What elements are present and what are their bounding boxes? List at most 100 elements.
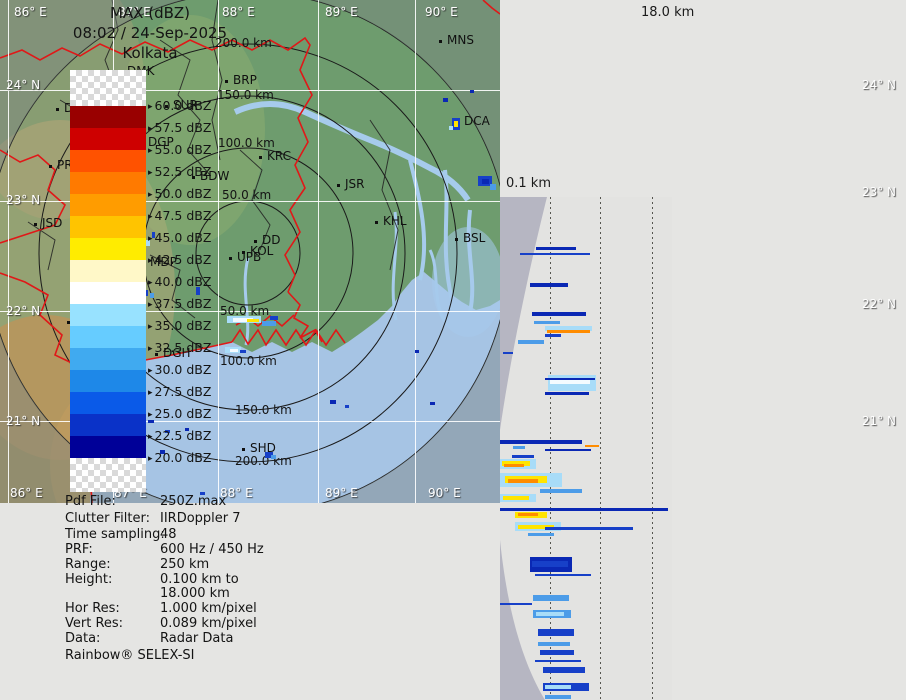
longitude-gridline [318,0,319,503]
info-label: Hor Res: [65,601,120,616]
scale-value: 40.0 dBZ [154,274,212,289]
precipitation-echo [490,184,496,190]
city-marker [225,80,228,83]
precipitation-echo [470,90,474,93]
longitude-label: 90° E [428,486,461,500]
echo-bar [508,479,538,483]
color-band [70,282,146,304]
echo-bar [500,440,582,444]
info-value: Radar Data [160,631,234,646]
scale-value: 37.5 dBZ [154,296,212,311]
tick-arrow-icon: ▸ [148,256,153,266]
scale-value: 20.0 dBZ [154,450,212,465]
color-scale [70,70,146,492]
echo-bar [532,312,586,316]
scale-label: ▸ 35.0 dBZ [148,318,211,333]
rainbow-radar-window: 86° E 87° E 88° E 89° E 90° E 86° E 87° E 88° E… [0,0,906,700]
scale-value: 50.0 dBZ [154,186,212,201]
latitude-label: 23° N [6,193,41,207]
info-value: IIRDoppler 7 [160,511,241,526]
product-title: MAX (dBZ) [109,4,191,22]
scale-label: ▸ 45.0 dBZ [148,230,211,245]
city-marker [439,40,442,43]
tick-arrow-icon: ▸ [148,278,153,288]
scale-value: 35.0 dBZ [154,318,212,333]
color-bands [70,106,146,458]
latitude-label: 22° N [6,304,41,318]
tick-arrow-icon: ▸ [148,234,153,244]
color-band [70,392,146,414]
tick-arrow-icon: ▸ [148,432,153,442]
range-ring-label: 100.0 km [220,354,277,368]
color-band [70,216,146,238]
echo-bar [513,446,525,449]
precipitation-echo [482,179,489,184]
tick-arrow-icon: ▸ [148,212,153,222]
info-value: 0.089 km/pixel [160,616,257,631]
scale-label: ▸ 55.0 dBZ [148,142,211,157]
precipitation-echo [271,455,276,459]
scale-value: 47.5 dBZ [154,208,212,223]
scale-label: ▸ 27.5 dBZ [148,384,211,399]
echo-bar [520,253,590,255]
base-height-label: 0.1 km [506,176,551,191]
echo-bar [500,603,532,605]
color-band [70,172,146,194]
color-band [70,106,146,128]
echo-bar [547,330,590,333]
site-name: Kolkata [122,44,178,62]
color-band [70,128,146,150]
city-label: JSR [345,177,365,191]
echo-bar [536,612,564,616]
scale-label: ▸ 40.0 dBZ [148,274,211,289]
tick-arrow-icon: ▸ [148,322,153,332]
yz-cross-section-panel[interactable] [500,197,672,700]
scale-label: ▸ 47.5 dBZ [148,208,211,223]
longitude-gridline [415,0,416,503]
scale-label: ▸ 52.5 dBZ [148,164,211,179]
color-band [70,436,146,458]
longitude-label: 90° E [425,5,458,19]
echo-bar [543,667,585,673]
scale-value: 22.5 dBZ [154,428,212,443]
info-label: Height: [65,572,113,587]
color-band [70,370,146,392]
echo-bar [518,340,544,344]
tick-arrow-icon: ▸ [148,454,153,464]
tick-arrow-icon: ▸ [148,300,153,310]
precipitation-echo [345,405,349,408]
range-ring-label: 150.0 km [235,403,292,417]
city-marker [337,184,340,187]
city-marker [375,221,378,224]
range-ring-label: 50.0 km [222,188,272,202]
scale-label: ▸ 37.5 dBZ [148,296,211,311]
echo-bar [545,334,561,337]
scale-label: ▸ 25.0 dBZ [148,406,211,421]
scale-value: 60.0 dBZ [154,98,212,113]
city-label: KRC [267,149,291,163]
echo-bar [545,527,633,530]
echo-bar [538,629,574,636]
scale-value: 52.5 dBZ [154,164,212,179]
color-band [70,150,146,172]
color-band [70,326,146,348]
scale-value: 30.0 dBZ [154,362,212,377]
info-label: Time sampling: [65,527,165,542]
precipitation-echo [270,316,278,320]
echo-bar [540,650,574,655]
city-marker [242,448,245,451]
info-label: Pdf File: [65,494,116,509]
tick-arrow-icon: ▸ [148,344,153,354]
color-band [70,348,146,370]
range-ring-label: 150.0 km [217,88,274,102]
tick-arrow-icon: ▸ [148,168,153,178]
echo-bar [545,695,571,699]
info-value: 1.000 km/pixel [160,601,257,616]
city-label: DCA [464,114,490,128]
info-label: Range: [65,557,111,572]
echo-bar [503,352,513,354]
precipitation-echo [240,350,246,353]
echo-bar [504,464,524,467]
scale-value: 32.5 dBZ [154,340,212,355]
range-ring-label: 200.0 km [235,454,292,468]
